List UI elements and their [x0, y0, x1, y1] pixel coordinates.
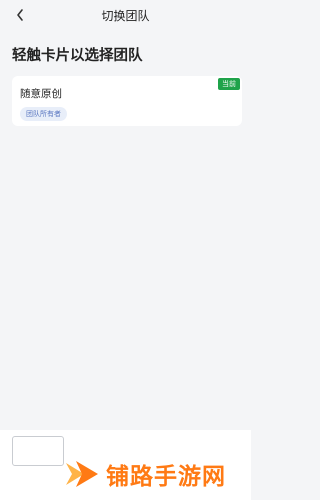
- top-bar: 切换团队: [0, 0, 251, 30]
- watermark-logo: 铺路手游网: [62, 454, 252, 494]
- current-badge: 当前: [218, 78, 240, 90]
- watermark-arrow-icon: [66, 461, 98, 487]
- role-badge: 团队所有者: [20, 107, 67, 121]
- page-title: 切换团队: [101, 8, 150, 23]
- watermark-text: 铺路手游网: [106, 464, 226, 490]
- team-name: 随意原创: [20, 88, 62, 100]
- instruction-heading: 轻触卡片以选择团队: [12, 48, 143, 64]
- bottom-button[interactable]: [12, 436, 64, 466]
- team-card[interactable]: 随意原创 团队所有者 当前: [12, 76, 242, 126]
- back-icon[interactable]: [10, 6, 30, 24]
